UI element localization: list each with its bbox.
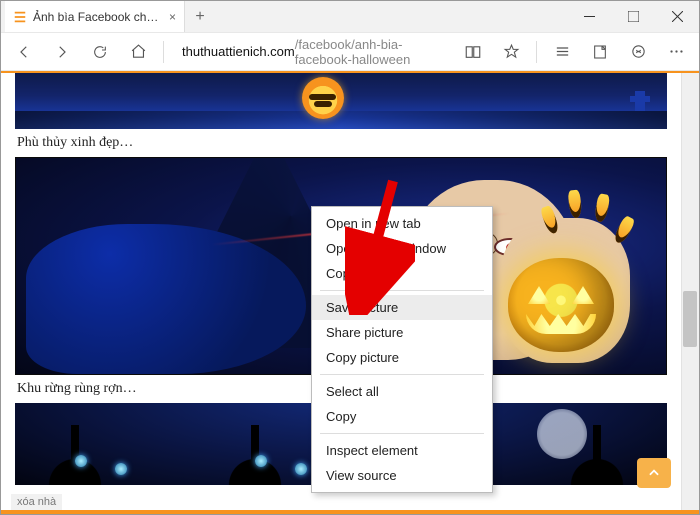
forward-button[interactable] (45, 37, 79, 67)
glowing-pumpkin (508, 258, 614, 352)
context-menu-item[interactable]: Select all (312, 379, 492, 404)
favorite-button[interactable] (494, 37, 528, 67)
favicon (13, 10, 27, 24)
context-menu-item[interactable]: Open in new window (312, 236, 492, 261)
pumpkin-icon (302, 77, 344, 119)
bottom-accent-bar (1, 510, 699, 514)
share-button[interactable] (621, 37, 655, 67)
more-button[interactable] (659, 37, 693, 67)
address-bar[interactable]: thuthuattienich.com/facebook/anh-bia-fac… (172, 38, 452, 66)
scrollbar-thumb[interactable] (683, 291, 697, 347)
reading-view-button[interactable] (456, 37, 490, 67)
tab-strip: Ảnh bìa Facebook chủ đ × + (1, 1, 567, 32)
back-button[interactable] (7, 37, 41, 67)
browser-window: Ảnh bìa Facebook chủ đ × + thuthuattieni… (0, 0, 700, 515)
context-menu-item[interactable]: Copy link (312, 261, 492, 286)
context-menu-item[interactable]: Copy (312, 404, 492, 429)
context-menu-item[interactable]: Open in new tab (312, 211, 492, 236)
context-menu-item[interactable]: Copy picture (312, 345, 492, 370)
tab-title: Ảnh bìa Facebook chủ đ (33, 10, 163, 24)
window-controls (567, 1, 699, 32)
separator (163, 41, 164, 63)
scroll-to-top-button[interactable] (637, 458, 671, 488)
context-menu-item[interactable]: Save picture (312, 295, 492, 320)
header-image-fragment[interactable] (15, 73, 667, 129)
vertical-scrollbar[interactable] (681, 73, 699, 514)
context-menu-item[interactable]: Share picture (312, 320, 492, 345)
maximize-button[interactable] (611, 1, 655, 32)
image-caption-1: Phù thủy xinh đẹp… (15, 129, 667, 157)
new-tab-button[interactable]: + (185, 1, 215, 32)
home-button[interactable] (121, 37, 155, 67)
toolbar: thuthuattienich.com/facebook/anh-bia-fac… (1, 33, 699, 71)
titlebar: Ảnh bìa Facebook chủ đ × + (1, 1, 699, 33)
active-tab[interactable]: Ảnh bìa Facebook chủ đ × (5, 1, 185, 32)
context-menu: Open in new tabOpen in new windowCopy li… (311, 206, 493, 493)
url-host: thuthuattienich.com (182, 44, 295, 59)
tab-close-icon[interactable]: × (169, 10, 176, 24)
context-menu-item[interactable]: Inspect element (312, 438, 492, 463)
notes-button[interactable] (583, 37, 617, 67)
hub-button[interactable] (545, 37, 579, 67)
refresh-button[interactable] (83, 37, 117, 67)
close-window-button[interactable] (655, 1, 699, 32)
status-overlay-text: xóa nhà (11, 494, 62, 510)
content-area: Phù thủy xinh đẹp… Khu rừng rùng rợn… (1, 73, 699, 514)
separator (536, 41, 537, 63)
minimize-button[interactable] (567, 1, 611, 32)
context-menu-item[interactable]: View source (312, 463, 492, 488)
url-path: /facebook/anh-bia-facebook-halloween (295, 37, 442, 67)
cross-shape (635, 91, 645, 111)
